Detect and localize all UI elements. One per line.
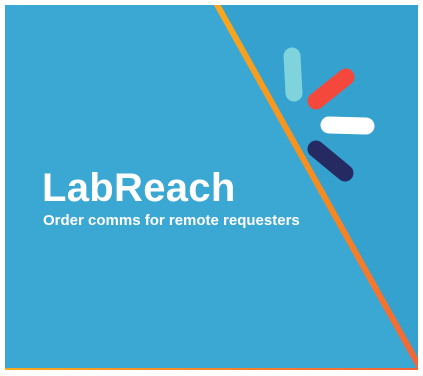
app-title: LabReach bbox=[42, 166, 236, 210]
bottom-strip bbox=[5, 368, 418, 370]
app-tagline: Order comms for remote requesters bbox=[43, 212, 300, 229]
labreach-banner: LabReach Order comms for remote requeste… bbox=[5, 5, 418, 370]
